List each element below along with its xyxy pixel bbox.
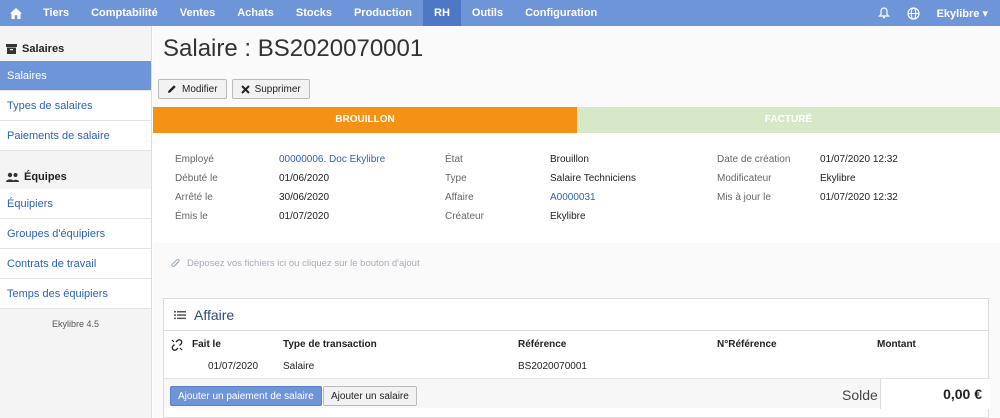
delete-label: Supprimer xyxy=(254,83,301,95)
home-button[interactable] xyxy=(0,0,32,26)
sidebar-item-groupes-dequipiers[interactable]: Groupes d'équipiers xyxy=(0,219,151,249)
col-fait-le: Fait le xyxy=(192,339,221,350)
createur-label: Créateur xyxy=(445,211,484,222)
list-icon xyxy=(174,310,186,319)
nav-configuration[interactable]: Configuration xyxy=(514,0,608,26)
debute-label: Débuté le xyxy=(175,173,218,184)
close-icon xyxy=(240,84,250,94)
type-value: Salaire Techniciens xyxy=(550,173,636,184)
sidebar-item-paiements-de-salaire[interactable]: Paiements de salaire xyxy=(0,121,151,151)
sidebar-item-salaires[interactable]: Salaires xyxy=(0,61,151,91)
top-navbar: Tiers Comptabilité Ventes Achats Stocks … xyxy=(0,0,1000,26)
affaire-link[interactable]: A0000031 xyxy=(550,192,596,203)
col-type-transaction: Type de transaction xyxy=(283,339,377,350)
row-reference-link[interactable]: BS2020070001 xyxy=(518,361,587,372)
sidebar-item-types-de-salaires[interactable]: Types de salaires xyxy=(0,91,151,121)
main-content: Salaire : BS2020070001 Modifier Supprime… xyxy=(153,26,1000,418)
user-menu[interactable]: Ekylibre ▾ xyxy=(929,7,1000,20)
emis-label: Émis le xyxy=(175,211,208,222)
nav-comptabilite[interactable]: Comptabilité xyxy=(80,0,169,26)
arrete-label: Arrêté le xyxy=(175,192,213,203)
sidebar-header-label: Salaires xyxy=(22,43,65,55)
solde-value: 0,00 € xyxy=(880,379,990,409)
paperclip-icon xyxy=(171,258,180,267)
row-date: 01/07/2020 xyxy=(208,361,259,372)
details-panel: Employé 00000006. Doc Ekylibre Débuté le… xyxy=(153,133,1000,243)
row-type: Salaire xyxy=(283,361,315,372)
language-button[interactable] xyxy=(899,0,929,26)
nav-rh[interactable]: RH xyxy=(423,0,461,26)
affaire-panel-footer: Ajouter un paiement de salaire Ajouter u… xyxy=(164,378,990,409)
nav-production[interactable]: Production xyxy=(343,0,423,26)
etat-label: État xyxy=(445,154,463,165)
globe-icon xyxy=(907,6,920,20)
file-dropzone[interactable]: Déposez vos fichiers ici ou cliquez sur … xyxy=(171,258,420,269)
nav-achats[interactable]: Achats xyxy=(226,0,285,26)
maj-value: 01/07/2020 12:32 xyxy=(820,192,898,203)
creation-value: 01/07/2020 12:32 xyxy=(820,154,898,165)
affaire-panel-header: Affaire xyxy=(164,299,988,331)
col-montant: Montant xyxy=(877,339,916,350)
modify-button[interactable]: Modifier xyxy=(158,79,227,99)
dropzone-text: Déposez vos fichiers ici ou cliquez sur … xyxy=(187,258,420,269)
sidebar-header-equipes: Équipes xyxy=(0,165,151,189)
affaire-label: Affaire xyxy=(445,192,474,203)
sidebar-header-salaires: Salaires xyxy=(0,37,151,61)
app-version: Ekylibre 4.5 xyxy=(51,319,100,329)
solde-label: Solde xyxy=(842,387,878,403)
createur-value: Ekylibre xyxy=(550,211,586,222)
users-icon xyxy=(6,172,19,182)
home-icon xyxy=(10,7,22,19)
modificateur-label: Modificateur xyxy=(717,173,772,184)
add-salary-button[interactable]: Ajouter un salaire xyxy=(323,386,417,406)
archive-icon xyxy=(6,44,17,54)
type-label: Type xyxy=(445,173,467,184)
nav-stocks[interactable]: Stocks xyxy=(285,0,343,26)
etat-value: Brouillon xyxy=(550,154,589,165)
status-bar: BROUILLON FACTURÉ xyxy=(153,107,1000,133)
main-nav: Tiers Comptabilité Ventes Achats Stocks … xyxy=(0,0,608,26)
emis-value: 01/07/2020 xyxy=(279,211,330,222)
affaire-panel-title: Affaire xyxy=(194,306,235,323)
nav-tiers[interactable]: Tiers xyxy=(32,0,80,26)
col-numero-reference: N°Référence xyxy=(717,339,777,350)
maj-label: Mis à jour le xyxy=(717,192,771,203)
status-brouillon[interactable]: BROUILLON xyxy=(153,107,577,133)
pencil-icon xyxy=(168,85,176,93)
sidebar-item-contrats-de-travail[interactable]: Contrats de travail xyxy=(0,249,151,279)
nav-outils[interactable]: Outils xyxy=(461,0,514,26)
status-facture[interactable]: FACTURÉ xyxy=(577,107,1000,133)
user-name: Ekylibre xyxy=(936,7,980,20)
modify-label: Modifier xyxy=(182,83,218,95)
delete-button[interactable]: Supprimer xyxy=(231,79,310,99)
col-reference: Référence xyxy=(518,339,567,350)
bell-icon xyxy=(877,7,890,19)
modificateur-value: Ekylibre xyxy=(820,173,856,184)
page-title: Salaire : BS2020070001 xyxy=(163,35,424,62)
debute-value: 01/06/2020 xyxy=(279,173,330,184)
sidebar: Salaires Salaires Types de salaires Paie… xyxy=(0,26,152,418)
creation-label: Date de création xyxy=(717,154,791,165)
unlink-icon[interactable] xyxy=(171,339,183,351)
caret-down-icon: ▾ xyxy=(982,7,988,20)
action-toolbar: Modifier Supprimer xyxy=(158,79,310,99)
employe-link[interactable]: 00000006. Doc Ekylibre xyxy=(279,154,385,165)
affaire-panel: Affaire Fait le Type de transaction Réfé… xyxy=(163,298,990,418)
notifications-button[interactable] xyxy=(869,0,899,26)
sidebar-item-temps-des-equipiers[interactable]: Temps des équipiers xyxy=(0,279,151,309)
add-salary-payment-button[interactable]: Ajouter un paiement de salaire xyxy=(170,386,322,406)
nav-ventes[interactable]: Ventes xyxy=(169,0,226,26)
sidebar-item-equipiers[interactable]: Équipiers xyxy=(0,189,151,219)
employe-label: Employé xyxy=(175,154,214,165)
arrete-value: 30/06/2020 xyxy=(279,192,330,203)
sidebar-header-label: Équipes xyxy=(24,171,67,183)
